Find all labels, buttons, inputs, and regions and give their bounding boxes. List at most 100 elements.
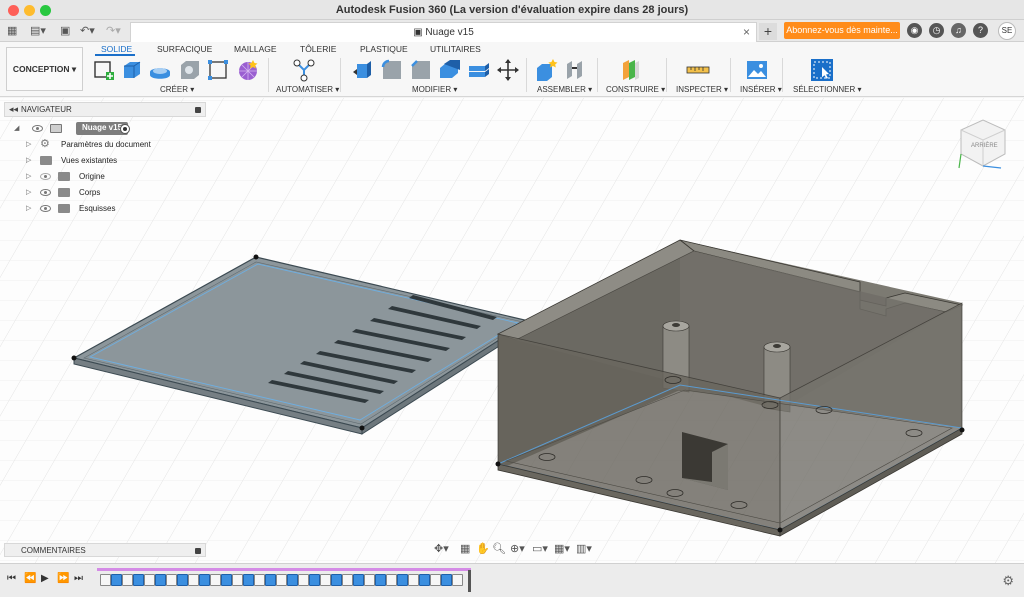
rectangular-pattern-icon[interactable]: [206, 58, 230, 82]
collapse-panel-icon[interactable]: ◂◂: [9, 104, 18, 115]
shell-body-icon[interactable]: [438, 58, 462, 82]
timeline-extrude-icon[interactable]: [133, 574, 144, 586]
timeline-extrude-icon[interactable]: [265, 574, 276, 586]
zoom-icon[interactable]: 🔍︎: [492, 542, 506, 555]
timeline-sketch-icon[interactable]: [298, 574, 309, 586]
app-grid-icon[interactable]: ▦: [7, 24, 17, 38]
undo-icon[interactable]: ↶▾: [80, 24, 95, 38]
move-icon[interactable]: [496, 58, 520, 82]
timeline-extrude-icon[interactable]: [419, 574, 430, 586]
visibility-eye-icon[interactable]: [40, 189, 51, 196]
visibility-eye-icon[interactable]: [32, 125, 43, 132]
tab-tolerie[interactable]: TÔLERIE: [300, 44, 336, 54]
group-automate-label[interactable]: AUTOMATISER ▾: [276, 85, 339, 94]
timeline-sketch-icon[interactable]: [232, 574, 243, 586]
timeline-sketch-icon[interactable]: [100, 574, 111, 586]
document-tab[interactable]: ▣ Nuage v15 ×: [130, 22, 757, 42]
automate-icon[interactable]: [292, 58, 316, 82]
press-pull-icon[interactable]: [351, 58, 375, 82]
step-forward-icon[interactable]: ⏩: [57, 573, 69, 584]
timeline-sketch-icon[interactable]: [320, 574, 331, 586]
tab-utilitaires[interactable]: UTILITAIRES: [430, 44, 481, 54]
timeline-extrude-icon[interactable]: [155, 574, 166, 586]
notifications-icon[interactable]: ♫: [951, 23, 966, 38]
group-inspect-label[interactable]: INSPECTER ▾: [676, 85, 728, 94]
visibility-eye-icon[interactable]: [40, 205, 51, 212]
extensions-icon[interactable]: ◉: [907, 23, 922, 38]
new-component-icon[interactable]: [535, 58, 559, 82]
timeline-sketch-icon[interactable]: [364, 574, 375, 586]
timeline-extrude-icon[interactable]: [287, 574, 298, 586]
timeline-extrude-icon[interactable]: [331, 574, 342, 586]
extrude-icon[interactable]: [120, 58, 144, 82]
timeline-sketch-icon[interactable]: [122, 574, 133, 586]
fillet-icon[interactable]: [380, 58, 404, 82]
timeline-sketch-icon[interactable]: [452, 574, 463, 586]
close-tab-icon[interactable]: ×: [743, 25, 750, 39]
step-back-icon[interactable]: ⏪: [24, 573, 36, 584]
subscribe-button[interactable]: Abonnez-vous dès mainte...: [784, 22, 900, 39]
timeline-sketch-icon[interactable]: [342, 574, 353, 586]
timeline-extrude-icon[interactable]: [353, 574, 364, 586]
tree-item-esquisses[interactable]: ▷ Esquisses: [24, 202, 204, 216]
visibility-eye-icon[interactable]: [40, 173, 51, 180]
activate-radio-icon[interactable]: [120, 124, 130, 134]
timeline-sketch-icon[interactable]: [430, 574, 441, 586]
pin-icon[interactable]: [195, 107, 201, 113]
select-icon[interactable]: [810, 58, 834, 82]
revolve-icon[interactable]: [148, 58, 172, 82]
pin-icon[interactable]: [195, 548, 201, 554]
offset-plane-icon[interactable]: [619, 58, 643, 82]
timeline-marker[interactable]: [468, 570, 471, 592]
timeline-extrude-icon[interactable]: [177, 574, 188, 586]
look-at-icon[interactable]: ▦: [460, 542, 470, 555]
group-assemble-label[interactable]: ASSEMBLER ▾: [537, 85, 592, 94]
viewports-icon[interactable]: ▥▾: [576, 542, 592, 555]
timeline-extrude-icon[interactable]: [221, 574, 232, 586]
go-to-end-icon[interactable]: ⏭: [74, 573, 83, 584]
measure-icon[interactable]: [686, 58, 710, 82]
tab-surfacique[interactable]: SURFACIQUE: [157, 44, 212, 54]
tree-root[interactable]: ◢ Nuage v15: [14, 122, 214, 136]
redo-icon[interactable]: ↷▾: [106, 24, 121, 38]
timeline-sketch-icon[interactable]: [386, 574, 397, 586]
file-menu-icon[interactable]: ▤▾: [30, 24, 46, 38]
shell-icon[interactable]: [178, 58, 202, 82]
timeline-sketch-icon[interactable]: [188, 574, 199, 586]
expand-triangle-icon[interactable]: ▷: [26, 172, 31, 180]
timeline-extrude-icon[interactable]: [397, 574, 408, 586]
new-tab-button[interactable]: +: [759, 23, 777, 40]
timeline-extrude-icon[interactable]: [243, 574, 254, 586]
combine-icon[interactable]: [467, 58, 491, 82]
tree-item-origine[interactable]: ▷ Origine: [24, 170, 204, 184]
form-icon[interactable]: [236, 58, 260, 82]
group-modify-label[interactable]: MODIFIER ▾: [412, 85, 457, 94]
timeline-sketch-icon[interactable]: [254, 574, 265, 586]
tab-maillage[interactable]: MAILLAGE: [234, 44, 277, 54]
timeline-sketch-icon[interactable]: [210, 574, 221, 586]
tree-item-vues[interactable]: ▷ Vues existantes: [24, 154, 204, 168]
timeline-extrude-icon[interactable]: [375, 574, 386, 586]
tree-item-corps[interactable]: ▷ Corps: [24, 186, 204, 200]
timeline-settings-icon[interactable]: ⚙: [1002, 573, 1014, 589]
timeline-extrude-icon[interactable]: [111, 574, 122, 586]
timeline-sketch-icon[interactable]: [166, 574, 177, 586]
chamfer-icon[interactable]: [409, 58, 433, 82]
expand-triangle-icon[interactable]: ▷: [26, 204, 31, 212]
navigator-panel-header[interactable]: ◂◂ NAVIGATEUR: [4, 102, 206, 117]
group-create-label[interactable]: CRÉER ▾: [160, 85, 194, 94]
tab-plastique[interactable]: PLASTIQUE: [360, 44, 408, 54]
play-icon[interactable]: ▶: [41, 573, 49, 584]
grid-settings-icon[interactable]: ▦▾: [554, 542, 570, 555]
tab-solide[interactable]: SOLIDE: [101, 44, 132, 54]
user-avatar[interactable]: SE: [998, 22, 1016, 40]
go-to-start-icon[interactable]: ⏮: [7, 573, 16, 584]
group-insert-label[interactable]: INSÉRER ▾: [740, 85, 782, 94]
timeline-sketch-icon[interactable]: [408, 574, 419, 586]
save-icon[interactable]: ▣: [60, 24, 70, 38]
timeline-sketch-icon[interactable]: [276, 574, 287, 586]
help-icon[interactable]: ?: [973, 23, 988, 38]
group-select-label[interactable]: SÉLECTIONNER ▾: [793, 85, 861, 94]
comments-panel-header[interactable]: COMMENTAIRES: [4, 543, 206, 557]
job-status-icon[interactable]: ◷: [929, 23, 944, 38]
